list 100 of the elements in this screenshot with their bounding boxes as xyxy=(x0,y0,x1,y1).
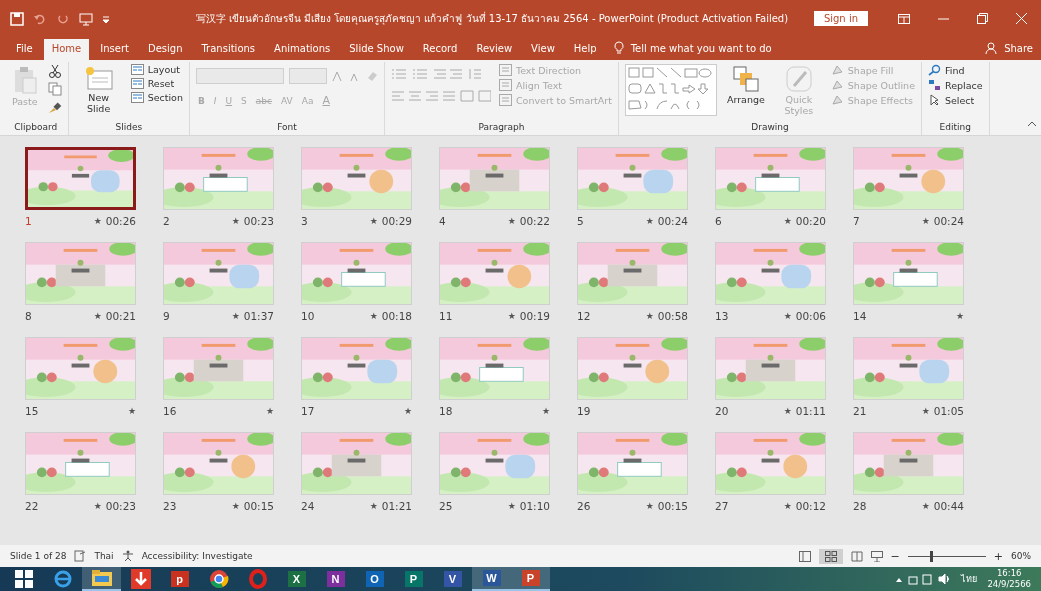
sign-in-button[interactable]: Sign in xyxy=(813,11,868,26)
restore-icon[interactable] xyxy=(977,13,988,24)
slide-timing: 00:20 xyxy=(795,215,826,227)
ribbon-tab[interactable]: Record xyxy=(414,39,466,60)
slide-thumbnail[interactable] xyxy=(25,147,136,210)
slide-number: 8 xyxy=(25,310,32,322)
bullets-icon[interactable] xyxy=(390,68,407,80)
clock-time[interactable]: 16:16 xyxy=(996,568,1022,579)
tray-icons[interactable] xyxy=(895,573,952,585)
shape-format-icon xyxy=(830,64,844,76)
download-icon[interactable] xyxy=(130,569,151,589)
new-slide-icon xyxy=(84,66,113,90)
zoom-level[interactable]: 60% xyxy=(1011,551,1031,561)
text-layout-icon xyxy=(498,94,512,106)
text-layout-icon xyxy=(498,64,512,76)
slide-timing: 00:58 xyxy=(657,310,688,322)
ribbon-tab[interactable]: Help xyxy=(565,39,605,60)
ribbon-tab[interactable]: Slide Show xyxy=(341,39,412,60)
arrange-button[interactable]: Arrange xyxy=(724,64,767,107)
slide-timing: 00:12 xyxy=(795,500,826,512)
ribbon-tab[interactable]: View xyxy=(523,39,563,60)
zoom-slider-thumb[interactable] xyxy=(929,550,933,562)
grow-font-icon[interactable] xyxy=(331,70,344,82)
animation-star-icon: ★ xyxy=(645,501,654,511)
app-icon[interactable]: V xyxy=(443,571,462,587)
ribbon-tab[interactable]: File xyxy=(8,39,41,60)
cursor-icon xyxy=(928,94,941,106)
presenter-icon[interactable] xyxy=(870,550,883,562)
font-size-field[interactable] xyxy=(288,68,327,84)
ribbon-button[interactable]: Reset xyxy=(130,78,175,89)
share-button[interactable]: Share xyxy=(1004,43,1033,60)
slide-timing: 00:24 xyxy=(657,215,688,227)
app-icon[interactable]: p xyxy=(170,571,189,587)
slide-number: 24 xyxy=(301,500,315,512)
group-label: Slides xyxy=(114,121,144,134)
animation-star-icon: ★ xyxy=(231,216,240,226)
ribbon-button[interactable]: Layout xyxy=(130,64,180,75)
customize-icon[interactable] xyxy=(102,14,110,23)
ribbon-tab[interactable]: Transitions xyxy=(193,39,264,60)
line-spacing-icon[interactable] xyxy=(467,68,482,80)
ribbon-button[interactable]: Find xyxy=(928,64,965,76)
slide-sorter-icon[interactable] xyxy=(824,550,837,562)
animation-star-icon: ★ xyxy=(955,311,964,321)
slide-number: 16 xyxy=(163,405,177,417)
normal-view-icon[interactable] xyxy=(798,550,811,562)
indent-icon[interactable] xyxy=(432,68,463,80)
slideshow-icon[interactable] xyxy=(79,11,93,26)
app-icon[interactable]: W xyxy=(482,570,501,586)
eraser-icon[interactable] xyxy=(365,70,378,82)
app-icon[interactable]: N xyxy=(326,571,345,587)
save-icon[interactable] xyxy=(10,11,24,26)
ribbon-button[interactable]: Section xyxy=(130,92,183,103)
ribbon-button[interactable]: Select xyxy=(928,94,975,106)
ribbon-tab[interactable]: Insert xyxy=(92,39,137,60)
numbering-icon[interactable] xyxy=(411,68,428,80)
slide-number: 13 xyxy=(715,310,729,322)
ring-icon[interactable] xyxy=(247,569,268,589)
animation-star-icon: ★ xyxy=(93,501,102,511)
ribbon-display-icon[interactable] xyxy=(898,13,910,24)
collapse-icon[interactable] xyxy=(1027,121,1037,127)
minimize-icon[interactable] xyxy=(938,17,949,20)
ribbon-tab[interactable]: Design xyxy=(139,39,191,60)
slide-timing: 00:15 xyxy=(657,500,688,512)
accessibility-status[interactable]: Accessibility: Investigate xyxy=(141,551,253,561)
slide-number: 21 xyxy=(853,405,867,417)
ribbon-tab[interactable]: Animations xyxy=(266,39,339,60)
windows-logo-icon[interactable] xyxy=(14,570,33,588)
ribbon-tab[interactable]: Home xyxy=(43,39,90,60)
clock-date[interactable]: 24/9/2566 xyxy=(987,579,1031,590)
app-icon[interactable]: P xyxy=(521,570,540,586)
app-icon[interactable]: X xyxy=(287,571,306,587)
zoom-in-button[interactable]: + xyxy=(993,549,1003,563)
slide-number: 3 xyxy=(301,215,308,227)
slide-number: 14 xyxy=(853,310,867,322)
animation-star-icon: ★ xyxy=(369,311,378,321)
group-label: Paragraph xyxy=(477,121,526,134)
tell-me-search[interactable]: Tell me what you want to do xyxy=(630,43,772,60)
scissors-icon[interactable] xyxy=(47,64,62,78)
slide-number: 1 xyxy=(25,215,32,227)
notes-check-icon[interactable] xyxy=(74,550,87,562)
accessibility-icon[interactable] xyxy=(121,550,134,562)
new-slide-button[interactable]: New Slide xyxy=(74,64,123,116)
align-icon[interactable] xyxy=(390,90,491,102)
reading-view-icon[interactable] xyxy=(850,550,863,562)
app-icon[interactable]: O xyxy=(365,571,384,587)
close-icon[interactable] xyxy=(1016,13,1027,24)
folder-icon[interactable] xyxy=(90,569,113,587)
slide-number: 2 xyxy=(163,215,170,227)
browser-e-icon[interactable] xyxy=(52,569,73,589)
language-indicator[interactable]: Thai xyxy=(94,551,114,561)
input-language[interactable]: ไทย xyxy=(961,572,978,586)
animation-star-icon: ★ xyxy=(783,311,792,321)
ribbon-button[interactable]: Replace xyxy=(928,79,983,91)
chrome-icon[interactable] xyxy=(208,569,229,589)
shapes-gallery[interactable] xyxy=(624,64,717,116)
app-icon[interactable]: P xyxy=(404,571,423,587)
zoom-out-button[interactable]: − xyxy=(890,549,900,563)
shape-format-icon xyxy=(830,79,844,91)
ribbon-tab[interactable]: Review xyxy=(468,39,521,60)
font-name-field[interactable] xyxy=(195,68,284,84)
